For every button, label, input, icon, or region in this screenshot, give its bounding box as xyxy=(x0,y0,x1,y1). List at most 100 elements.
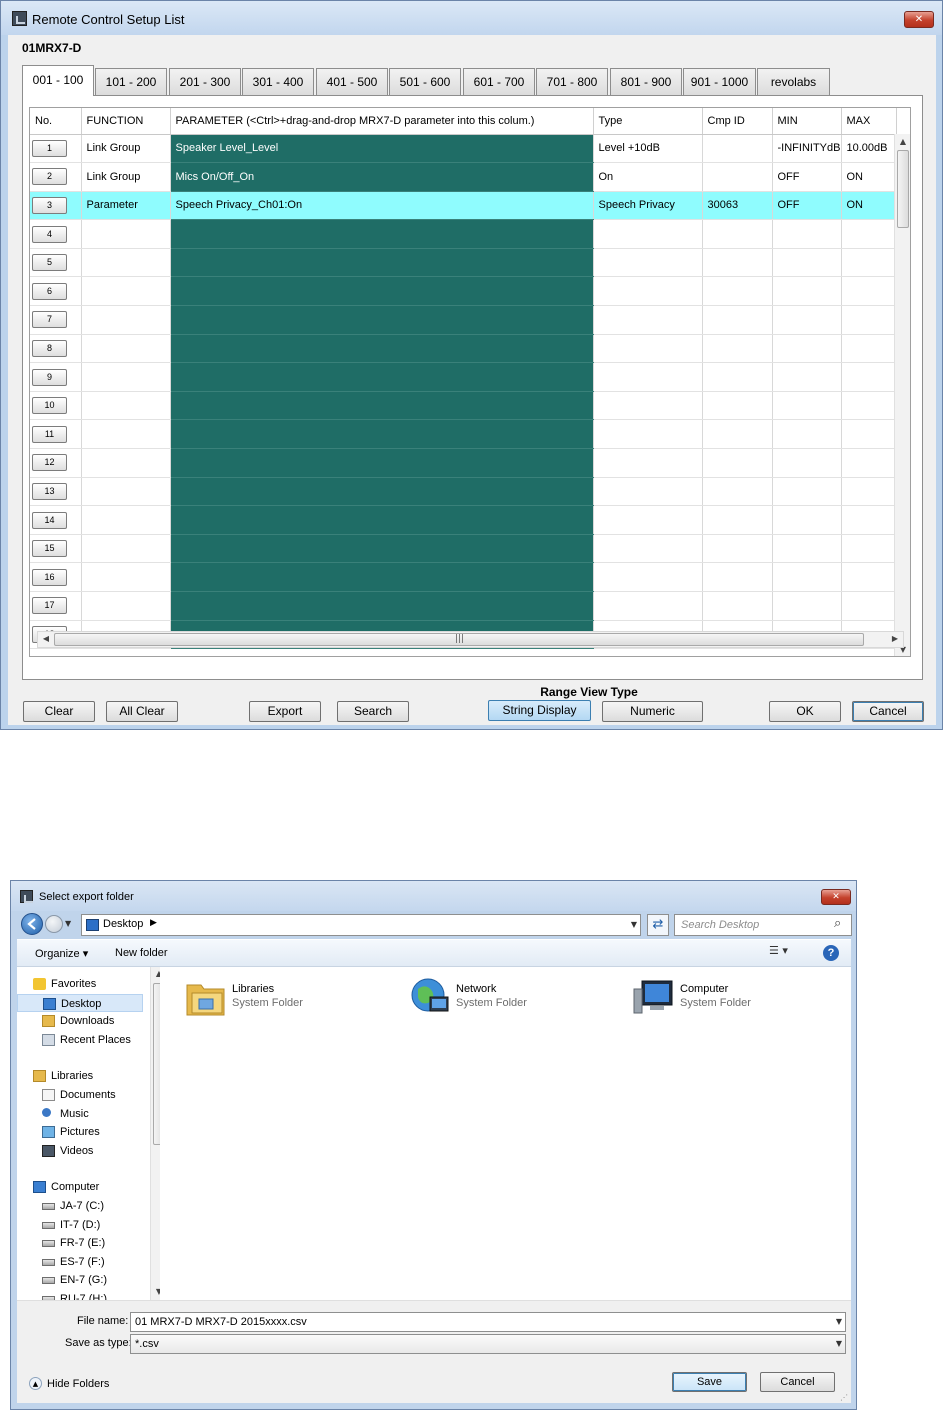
max-cell[interactable] xyxy=(841,505,897,535)
max-cell[interactable] xyxy=(841,591,897,621)
vertical-scroll-thumb[interactable] xyxy=(897,150,909,228)
tab-201-300[interactable]: 201 - 300 xyxy=(169,68,241,95)
table-row[interactable]: 10 xyxy=(30,391,897,421)
type-cell[interactable] xyxy=(593,276,703,307)
min-cell[interactable] xyxy=(772,248,842,278)
type-cell[interactable] xyxy=(593,305,703,335)
table-row[interactable]: 12 xyxy=(30,448,897,478)
nav-desktop[interactable]: Desktop xyxy=(17,993,143,1012)
parameter-cell[interactable] xyxy=(170,219,594,249)
type-cell[interactable] xyxy=(593,248,703,278)
min-cell[interactable] xyxy=(772,334,842,364)
dialog-title-bar[interactable]: Select export folder ✕ xyxy=(11,881,856,911)
parameter-cell[interactable] xyxy=(170,591,594,621)
row-number-button[interactable]: 15 xyxy=(32,540,67,558)
function-cell[interactable] xyxy=(81,477,171,507)
save-type-dropdown-icon[interactable]: ▼ xyxy=(836,1335,842,1353)
row-number-button[interactable]: 4 xyxy=(32,225,67,243)
search-desktop-input[interactable]: Search Desktop xyxy=(674,914,852,936)
address-bar[interactable]: Desktop ▶ ▼ xyxy=(81,914,641,936)
type-cell[interactable]: Level +10dB xyxy=(593,134,703,164)
nav-recent-places[interactable]: Recent Places xyxy=(17,1031,143,1049)
scroll-up-arrow-icon[interactable]: ▲ xyxy=(895,137,910,146)
export-button[interactable]: Export xyxy=(249,701,321,722)
network-item[interactable]: Network System Folder xyxy=(408,975,608,1023)
table-row[interactable]: 14 xyxy=(30,505,897,535)
parameter-cell[interactable] xyxy=(170,248,594,278)
parameter-cell[interactable] xyxy=(170,276,594,307)
help-icon[interactable]: ? xyxy=(823,945,839,961)
type-cell[interactable] xyxy=(593,419,703,450)
search-button[interactable]: Search xyxy=(337,701,409,722)
row-number-button[interactable]: 17 xyxy=(32,597,67,615)
function-cell[interactable] xyxy=(81,362,171,392)
min-cell[interactable] xyxy=(772,391,842,421)
scroll-left-arrow-icon[interactable]: ◀ xyxy=(38,634,54,643)
max-cell[interactable] xyxy=(841,534,897,564)
cmp-id-cell[interactable] xyxy=(702,391,773,421)
parameter-cell[interactable]: Mics On/Off_On xyxy=(170,162,594,192)
table-row[interactable]: 8 xyxy=(30,334,897,364)
function-cell[interactable] xyxy=(81,219,171,249)
min-cell[interactable] xyxy=(772,534,842,564)
type-cell[interactable]: Speech Privacy xyxy=(593,191,703,221)
tab-101-200[interactable]: 101 - 200 xyxy=(95,68,167,95)
max-cell[interactable] xyxy=(841,362,897,392)
breadcrumb-arrow-icon[interactable]: ▶ xyxy=(150,918,157,928)
address-dropdown-icon[interactable]: ▼ xyxy=(631,920,637,929)
nav-drive[interactable]: EN-7 (G:) xyxy=(17,1271,143,1289)
numeric-button[interactable]: Numeric xyxy=(602,701,703,722)
cmp-id-cell[interactable] xyxy=(702,505,773,535)
history-dropdown-icon[interactable]: ▼ xyxy=(65,919,71,928)
table-row[interactable]: 17 xyxy=(30,591,897,621)
row-number-button[interactable]: 1 xyxy=(32,139,67,157)
cmp-id-cell[interactable] xyxy=(702,477,773,507)
min-cell[interactable] xyxy=(772,477,842,507)
min-cell[interactable] xyxy=(772,505,842,535)
cmp-id-cell[interactable] xyxy=(702,419,773,450)
max-cell[interactable]: ON xyxy=(841,162,897,192)
max-cell[interactable] xyxy=(841,219,897,249)
function-cell[interactable] xyxy=(81,562,171,592)
row-number-button[interactable]: 16 xyxy=(32,568,67,586)
col-function[interactable]: FUNCTION xyxy=(81,108,171,135)
min-cell[interactable] xyxy=(772,591,842,621)
col-max[interactable]: MAX xyxy=(841,108,897,135)
col-type[interactable]: Type xyxy=(593,108,703,135)
cmp-id-cell[interactable] xyxy=(702,534,773,564)
nav-libraries[interactable]: Libraries xyxy=(17,1067,143,1085)
function-cell[interactable] xyxy=(81,505,171,535)
row-number-button[interactable]: 5 xyxy=(32,254,67,272)
parameter-cell[interactable] xyxy=(170,448,594,478)
type-cell[interactable] xyxy=(593,534,703,564)
row-number-button[interactable]: 13 xyxy=(32,482,67,500)
vertical-scrollbar[interactable]: ▲ ▼ xyxy=(894,134,910,656)
function-cell[interactable] xyxy=(81,248,171,278)
close-button[interactable]: ✕ xyxy=(904,11,934,28)
min-cell[interactable] xyxy=(772,362,842,392)
parameter-cell[interactable] xyxy=(170,305,594,335)
col-parameter[interactable]: PARAMETER (<Ctrl>+drag-and-drop MRX7-D p… xyxy=(170,108,594,135)
tab-701-800[interactable]: 701 - 800 xyxy=(536,68,608,95)
max-cell[interactable] xyxy=(841,562,897,592)
title-bar[interactable]: Remote Control Setup List ✕ xyxy=(1,1,942,35)
min-cell[interactable] xyxy=(772,276,842,307)
function-cell[interactable] xyxy=(81,334,171,364)
min-cell[interactable] xyxy=(772,448,842,478)
nav-downloads[interactable]: Downloads xyxy=(17,1012,143,1030)
nav-drive[interactable]: FR-7 (E:) xyxy=(17,1234,143,1252)
nav-computer[interactable]: Computer xyxy=(17,1178,143,1196)
tab-601-700[interactable]: 601 - 700 xyxy=(463,68,535,95)
table-row[interactable]: 13 xyxy=(30,477,897,507)
cmp-id-cell[interactable] xyxy=(702,448,773,478)
cmp-id-cell[interactable] xyxy=(702,334,773,364)
nav-music[interactable]: Music xyxy=(17,1105,143,1123)
function-cell[interactable] xyxy=(81,591,171,621)
max-cell[interactable] xyxy=(841,448,897,478)
min-cell[interactable]: OFF xyxy=(772,191,842,221)
row-number-button[interactable]: 9 xyxy=(32,368,67,386)
scroll-right-arrow-icon[interactable]: ▶ xyxy=(887,634,903,643)
nav-drive[interactable]: JA-7 (C:) xyxy=(17,1197,143,1215)
nav-pictures[interactable]: Pictures xyxy=(17,1123,143,1141)
min-cell[interactable] xyxy=(772,419,842,450)
